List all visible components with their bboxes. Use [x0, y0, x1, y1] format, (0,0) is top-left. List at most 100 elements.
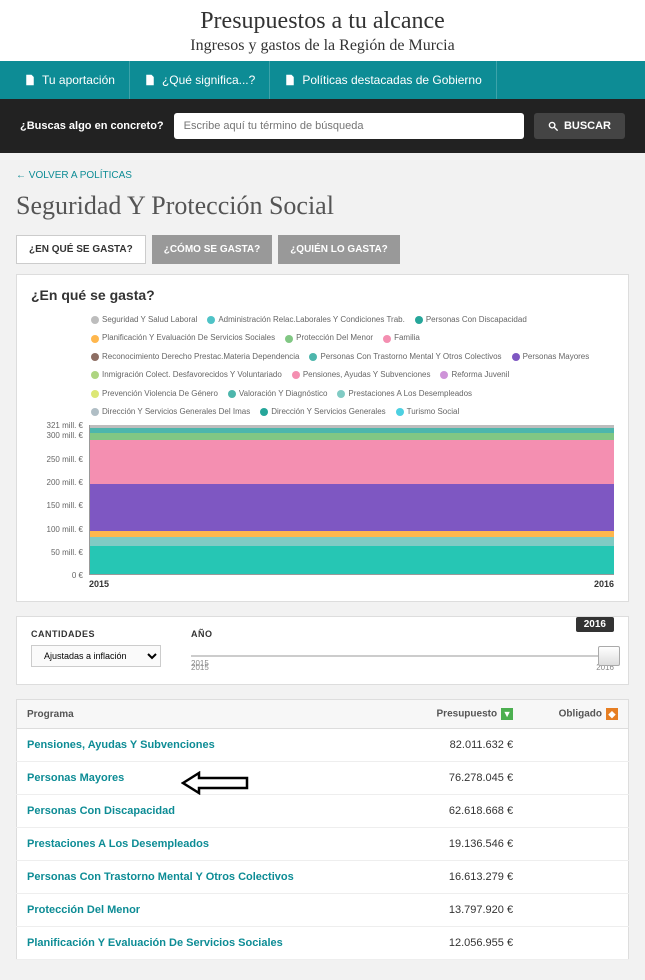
legend-dot — [91, 316, 99, 324]
cantidades-label: CANTIDADES — [31, 629, 161, 639]
year-slider-track[interactable] — [191, 655, 614, 657]
legend-dot — [396, 408, 404, 416]
legend-item[interactable]: Personas Con Trastorno Mental Y Otros Co… — [309, 350, 501, 364]
legend-dot — [207, 316, 215, 324]
legend-dot — [337, 390, 345, 398]
legend-item[interactable]: Pensiones, Ayudas Y Subvenciones — [292, 368, 431, 382]
table-row[interactable]: Protección Del Menor13.797.920 € — [17, 894, 629, 927]
table-row[interactable]: Personas Mayores76.278.045 € — [17, 762, 629, 795]
programa-name[interactable]: Personas Con Trastorno Mental Y Otros Co… — [17, 861, 396, 894]
legend-item[interactable]: Turismo Social — [396, 405, 460, 419]
y-tick: 300 mill. € — [31, 431, 83, 440]
legend-dot — [91, 408, 99, 416]
table-row[interactable]: Personas Con Discapacidad62.618.668 € — [17, 795, 629, 828]
legend-item[interactable]: Personas Con Discapacidad — [415, 313, 527, 327]
tab-en-que[interactable]: ¿EN QUÉ SE GASTA? — [16, 235, 146, 264]
nav-significa[interactable]: ¿Qué significa...? — [130, 61, 270, 99]
y-tick: 150 mill. € — [31, 501, 83, 510]
legend-label: Turismo Social — [407, 405, 460, 419]
tab-como[interactable]: ¿CÓMO SE GASTA? — [152, 235, 272, 264]
chart-legend: Seguridad Y Salud Laboral Administración … — [91, 313, 614, 419]
legend-label: Dirección Y Servicios Generales — [271, 405, 385, 419]
th-presupuesto[interactable]: Presupuesto▼ — [396, 700, 523, 729]
chart-plot-area — [89, 425, 614, 575]
stacked-area-chart: 321 mill. €300 mill. €250 mill. €200 mil… — [31, 425, 614, 589]
y-tick: 250 mill. € — [31, 455, 83, 464]
search-label: ¿Buscas algo en concreto? — [20, 120, 164, 132]
y-tick: 0 € — [31, 571, 83, 580]
legend-item[interactable]: Personas Mayores — [512, 350, 590, 364]
slider-knob[interactable] — [598, 646, 620, 666]
table-row[interactable]: Pensiones, Ayudas Y Subvenciones82.011.6… — [17, 729, 629, 762]
legend-item[interactable]: Reconocimiento Derecho Prestac.Materia D… — [91, 350, 299, 364]
search-button[interactable]: BUSCAR — [534, 113, 625, 139]
page-header: Presupuestos a tu alcance Ingresos y gas… — [0, 0, 645, 61]
chart-band — [90, 537, 614, 546]
legend-item[interactable]: Familia — [383, 331, 420, 345]
table-row[interactable]: Prestaciones A Los Desempleados19.136.54… — [17, 828, 629, 861]
presupuesto-value: 82.011.632 € — [396, 729, 523, 762]
back-link[interactable]: ← VOLVER A POLÍTICAS — [16, 170, 132, 181]
legend-item[interactable]: Inmigración Colect. Desfavorecidos Y Vol… — [91, 368, 282, 382]
controls-panel: CANTIDADES Ajustadas a inflación AÑO 201… — [16, 616, 629, 685]
obligado-value — [523, 861, 628, 894]
legend-label: Pensiones, Ayudas Y Subvenciones — [303, 368, 431, 382]
th-obligado[interactable]: Obligado◆ — [523, 700, 628, 729]
legend-item[interactable]: Seguridad Y Salud Laboral — [91, 313, 197, 327]
y-tick: 200 mill. € — [31, 478, 83, 487]
programa-name[interactable]: Personas Con Discapacidad — [17, 795, 396, 828]
chart-panel: ¿En qué se gasta? Seguridad Y Salud Labo… — [16, 274, 629, 602]
nav-label: Políticas destacadas de Gobierno — [302, 73, 481, 87]
chart-band — [90, 546, 614, 575]
search-icon — [548, 121, 559, 132]
programa-name[interactable]: Planificación Y Evaluación De Servicios … — [17, 927, 396, 960]
programa-name[interactable]: Prestaciones A Los Desempleados — [17, 828, 396, 861]
obligado-value — [523, 762, 628, 795]
legend-item[interactable]: Planificación Y Evaluación De Servicios … — [91, 331, 275, 345]
nav-aportacion[interactable]: Tu aportación — [10, 61, 130, 99]
legend-label: Personas Mayores — [523, 350, 590, 364]
programa-name[interactable]: Protección Del Menor — [17, 894, 396, 927]
tab-quien[interactable]: ¿QUIÉN LO GASTA? — [278, 235, 400, 264]
legend-dot — [228, 390, 236, 398]
programa-name[interactable]: Pensiones, Ayudas Y Subvenciones — [17, 729, 396, 762]
legend-item[interactable]: Reforma Juvenil — [440, 368, 509, 382]
cantidades-select[interactable]: Ajustadas a inflación — [31, 645, 161, 667]
legend-label: Reforma Juvenil — [451, 368, 509, 382]
presupuesto-value: 13.797.920 € — [396, 894, 523, 927]
programa-table: Programa Presupuesto▼ Obligado◆ Pensione… — [16, 699, 629, 960]
legend-label: Personas Con Trastorno Mental Y Otros Co… — [320, 350, 501, 364]
nav-politicas[interactable]: Políticas destacadas de Gobierno — [270, 61, 496, 99]
obligado-value — [523, 795, 628, 828]
legend-label: Planificación Y Evaluación De Servicios … — [102, 331, 275, 345]
tabs: ¿EN QUÉ SE GASTA? ¿CÓMO SE GASTA? ¿QUIÉN… — [16, 235, 629, 264]
site-subtitle: Ingresos y gastos de la Región de Murcia — [0, 37, 645, 55]
legend-label: Personas Con Discapacidad — [426, 313, 527, 327]
legend-item[interactable]: Protección Del Menor — [285, 331, 373, 345]
legend-item[interactable]: Valoración Y Diagnóstico — [228, 387, 328, 401]
search-input[interactable] — [174, 113, 524, 139]
table-row[interactable]: Personas Con Trastorno Mental Y Otros Co… — [17, 861, 629, 894]
programa-name[interactable]: Personas Mayores — [17, 762, 396, 795]
presupuesto-value: 12.056.955 € — [396, 927, 523, 960]
th-programa[interactable]: Programa — [17, 700, 396, 729]
document-icon — [144, 74, 156, 86]
legend-item[interactable]: Prevención Violencia De Género — [91, 387, 218, 401]
year-badge: 2016 — [576, 617, 614, 632]
table-row[interactable]: Planificación Y Evaluación De Servicios … — [17, 927, 629, 960]
legend-item[interactable]: Administración Relac.Laborales Y Condici… — [207, 313, 404, 327]
year-control: AÑO 2016 2015 2015 2016 — [191, 629, 614, 672]
legend-dot — [91, 371, 99, 379]
sort-down-icon: ▼ — [501, 708, 513, 720]
legend-item[interactable]: Prestaciones A Los Desempleados — [337, 387, 472, 401]
document-icon — [284, 74, 296, 86]
legend-item[interactable]: Dirección Y Servicios Generales Del Imas — [91, 405, 250, 419]
legend-dot — [440, 371, 448, 379]
x-axis: 2015 2016 — [89, 579, 614, 589]
legend-label: Inmigración Colect. Desfavorecidos Y Vol… — [102, 368, 282, 382]
content-area: ← VOLVER A POLÍTICAS Seguridad Y Protecc… — [0, 153, 645, 980]
legend-label: Familia — [394, 331, 420, 345]
legend-item[interactable]: Dirección Y Servicios Generales — [260, 405, 385, 419]
x-tick: 2016 — [594, 579, 614, 589]
site-title: Presupuestos a tu alcance — [0, 8, 645, 35]
